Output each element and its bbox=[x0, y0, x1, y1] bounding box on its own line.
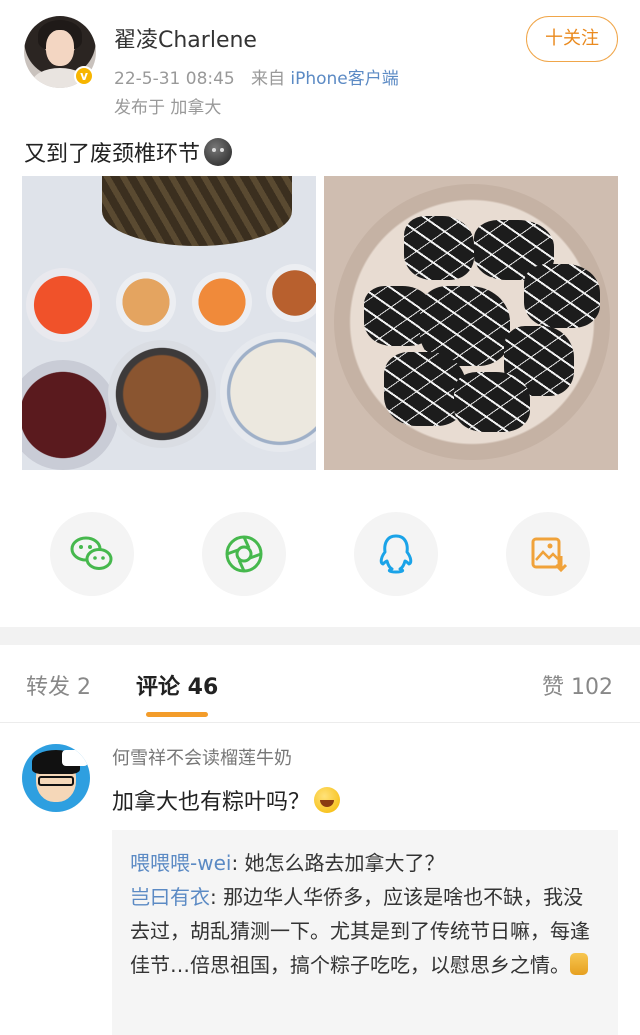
share-wechat-button[interactable] bbox=[50, 512, 134, 596]
save-image-button[interactable] bbox=[506, 512, 590, 596]
wechat-icon bbox=[70, 536, 113, 570]
comment-item: 何雪祥不会读榴莲牛奶 加拿大也有粽叶吗？ 喂喂喂-wei: 她怎么路去加拿大了？… bbox=[0, 724, 640, 1035]
share-moments-button[interactable] bbox=[202, 512, 286, 596]
tab-repost[interactable]: 转发 2 bbox=[26, 669, 91, 701]
commenter-name[interactable]: 何雪祥不会读榴莲牛奶 bbox=[112, 744, 292, 770]
interaction-tabs: 转发 2 评论 46 赞 102 bbox=[0, 645, 640, 723]
tab-comments[interactable]: 评论 46 bbox=[136, 669, 218, 701]
reply-item: 岂曰有衣: 那边华人华侨多，应该是啥也不缺，我没去过，胡乱猜测一下。尤其是到了传… bbox=[130, 880, 600, 982]
source-prefix: 来自 bbox=[250, 69, 285, 89]
share-qq-button[interactable] bbox=[354, 512, 438, 596]
post-image-zongzi[interactable] bbox=[324, 176, 618, 470]
moments-icon bbox=[225, 535, 263, 573]
share-row bbox=[0, 512, 640, 602]
post-text-content: 又到了废颈椎环节 bbox=[24, 142, 201, 167]
source-client-link[interactable]: iPhone客户端 bbox=[290, 69, 398, 89]
laughing-emoji-icon bbox=[314, 787, 341, 813]
follow-button[interactable]: 十关注 bbox=[526, 16, 618, 62]
active-tab-indicator bbox=[146, 712, 208, 717]
post-meta: 22-5-31 08:45 来自 iPhone客户端 bbox=[114, 64, 399, 89]
comment-text-content: 加拿大也有粽叶吗？ bbox=[112, 790, 311, 815]
section-divider bbox=[0, 627, 640, 645]
post-text: 又到了废颈椎环节 bbox=[24, 136, 233, 168]
dark-face-emoji-icon bbox=[204, 138, 233, 166]
fist-emoji-icon bbox=[570, 953, 588, 975]
post-location: 发布于 加拿大 bbox=[114, 98, 222, 118]
qq-icon bbox=[379, 534, 413, 574]
verified-badge-icon: v bbox=[74, 66, 94, 86]
post-header: v 翟凌Charlene 22-5-31 08:45 来自 iPhone客户端 … bbox=[0, 0, 640, 125]
reply-text: : 她怎么路去加拿大了？ bbox=[231, 851, 445, 875]
reply-thread[interactable]: 喂喂喂-wei: 她怎么路去加拿大了？ 岂曰有衣: 那边华人华侨多，应该是啥也不… bbox=[112, 830, 618, 1035]
post-timestamp: 22-5-31 08:45 bbox=[114, 69, 235, 89]
reply-item: 喂喂喂-wei: 她怎么路去加拿大了？ bbox=[130, 846, 600, 880]
commenter-avatar[interactable] bbox=[22, 744, 90, 812]
post-image-ingredients[interactable] bbox=[22, 176, 316, 470]
reply-author[interactable]: 岂曰有衣 bbox=[130, 885, 210, 909]
reply-author[interactable]: 喂喂喂-wei bbox=[130, 851, 231, 875]
save-image-icon bbox=[531, 537, 568, 573]
tab-likes[interactable]: 赞 102 bbox=[542, 669, 613, 701]
author-username[interactable]: 翟凌Charlene bbox=[114, 22, 257, 54]
comment-text: 加拿大也有粽叶吗？ bbox=[112, 784, 341, 816]
